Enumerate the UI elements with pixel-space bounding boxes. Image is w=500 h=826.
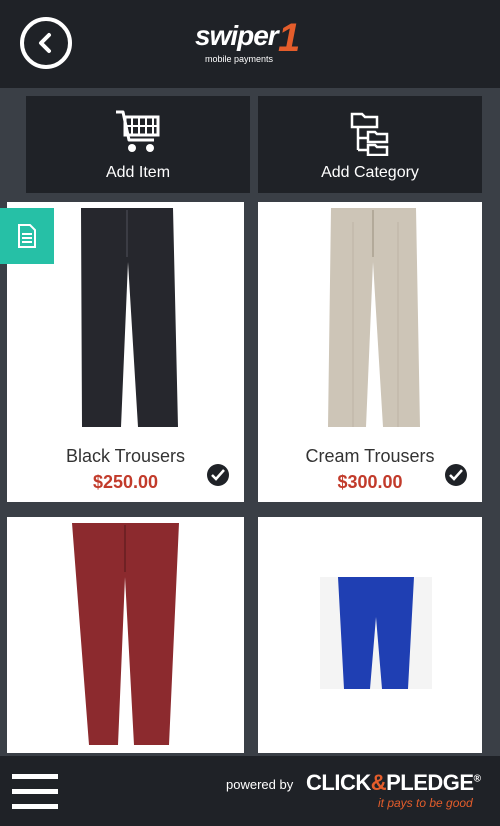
document-icon [18, 224, 36, 248]
selected-check-icon[interactable] [445, 464, 467, 486]
powered-by-text: powered by [226, 777, 294, 792]
product-image [72, 523, 179, 745]
logo-subtitle: mobile payments [205, 54, 274, 64]
product-card[interactable] [7, 517, 244, 753]
product-card[interactable] [258, 517, 482, 753]
add-item-button[interactable]: Add Item [26, 96, 250, 193]
brand-right: PLEDGE [386, 770, 474, 795]
shopping-cart-icon [116, 110, 160, 152]
footer-bar: powered by CLICK&PLEDGE® it pays to be g… [0, 756, 500, 826]
swiper-logo: swiper 1 mobile payments [195, 18, 315, 70]
logo-number: 1 [278, 16, 301, 60]
back-button[interactable] [20, 17, 72, 69]
add-category-button[interactable]: Add Category [258, 96, 482, 193]
brand-tagline: it pays to be good [378, 796, 473, 810]
hamburger-menu-icon[interactable] [12, 774, 58, 810]
logo-text: swiper [195, 20, 279, 51]
product-name: Black Trousers [65, 446, 186, 466]
notes-tab[interactable] [0, 208, 54, 264]
product-name: Cream Trousers [305, 446, 435, 466]
folder-tree-icon [350, 112, 389, 156]
chevron-left-icon [39, 33, 51, 53]
product-image [320, 577, 432, 689]
add-item-label: Add Item [105, 164, 171, 181]
product-card[interactable]: Cream Trousers $300.00 [258, 202, 482, 502]
brand-amp: & [370, 770, 387, 795]
brand-left: CLICK [306, 770, 371, 795]
top-bar: swiper 1 mobile payments [0, 0, 500, 88]
brand-registered: ® [473, 773, 481, 785]
selected-check-icon[interactable] [207, 464, 229, 486]
click-and-pledge-logo: CLICK&PLEDGE® [306, 770, 481, 796]
product-image [328, 208, 420, 427]
add-category-label: Add Category [321, 164, 419, 181]
